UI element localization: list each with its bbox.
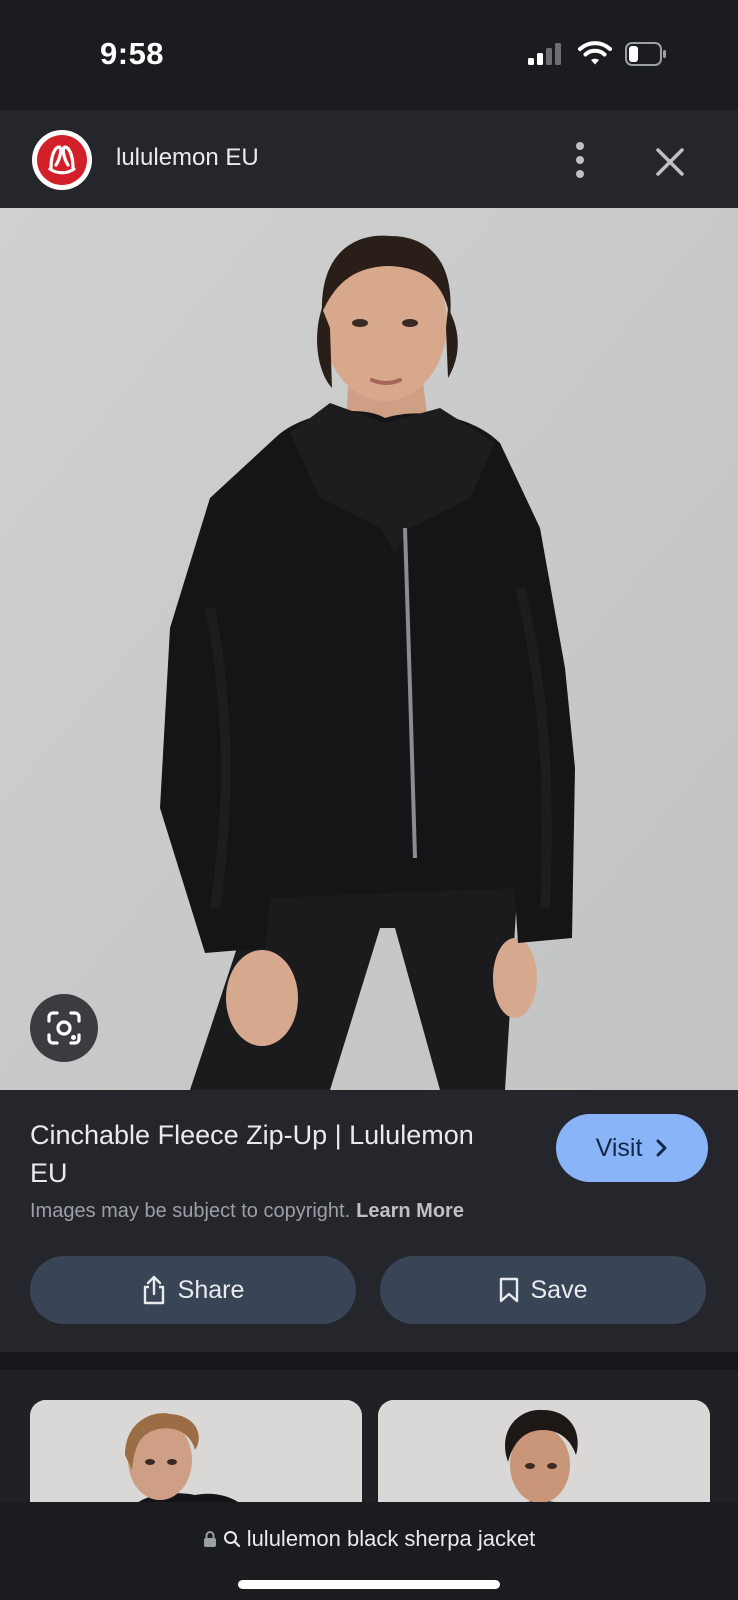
copyright-text: Images may be subject to copyright. [30, 1200, 351, 1222]
product-image[interactable] [0, 208, 738, 1090]
share-icon [143, 1275, 164, 1305]
related-image-thumbnail[interactable] [30, 1400, 362, 1502]
google-lens-icon [47, 1011, 81, 1045]
url-text: lululemon black sherpa jacket [246, 1526, 536, 1551]
learn-more-link[interactable]: Learn More [356, 1200, 464, 1222]
status-time: 9:58 [100, 36, 165, 71]
related-image-thumbnail[interactable] [378, 1400, 710, 1502]
product-photo [0, 208, 738, 1090]
related-images [0, 1370, 738, 1502]
bookmark-icon [499, 1277, 518, 1303]
result-title[interactable]: Cinchable Fleece Zip-Up | Lululemon EU [30, 1116, 500, 1192]
save-label: Save [530, 1275, 588, 1304]
visit-label: Visit [595, 1133, 643, 1162]
close-icon[interactable] [648, 140, 692, 184]
share-button[interactable]: Share [30, 1256, 356, 1324]
cellular-signal-icon [528, 43, 561, 65]
site-name[interactable]: lululemon EU [116, 144, 259, 172]
home-indicator[interactable] [238, 1580, 500, 1589]
chevron-right-icon [656, 1139, 667, 1157]
google-lens-icon[interactable] [30, 994, 98, 1062]
share-label: Share [177, 1275, 245, 1304]
save-button[interactable]: Save [380, 1256, 706, 1324]
battery-icon [625, 42, 666, 66]
result-info-panel: Cinchable Fleece Zip-Up | Lululemon EU V… [0, 1090, 738, 1352]
lululemon-logo-icon[interactable] [32, 130, 92, 190]
lock-icon [203, 1531, 216, 1547]
url-bar[interactable]: lululemon black sherpa jacket [0, 1526, 738, 1552]
related-photo [378, 1400, 710, 1502]
copyright-notice: Images may be subject to copyright. Learn… [30, 1200, 464, 1223]
search-icon [223, 1531, 240, 1548]
browser-bottom-bar: lululemon black sherpa jacket [0, 1502, 738, 1600]
lululemon-logo-icon [37, 135, 87, 185]
status-bar: 9:58 [0, 0, 738, 110]
source-header: lululemon EU [0, 110, 738, 208]
wifi-icon [578, 41, 612, 65]
related-photo [30, 1400, 362, 1502]
more-vertical-icon[interactable] [560, 138, 600, 182]
section-divider [0, 1352, 738, 1370]
visit-button[interactable]: Visit [556, 1114, 708, 1182]
